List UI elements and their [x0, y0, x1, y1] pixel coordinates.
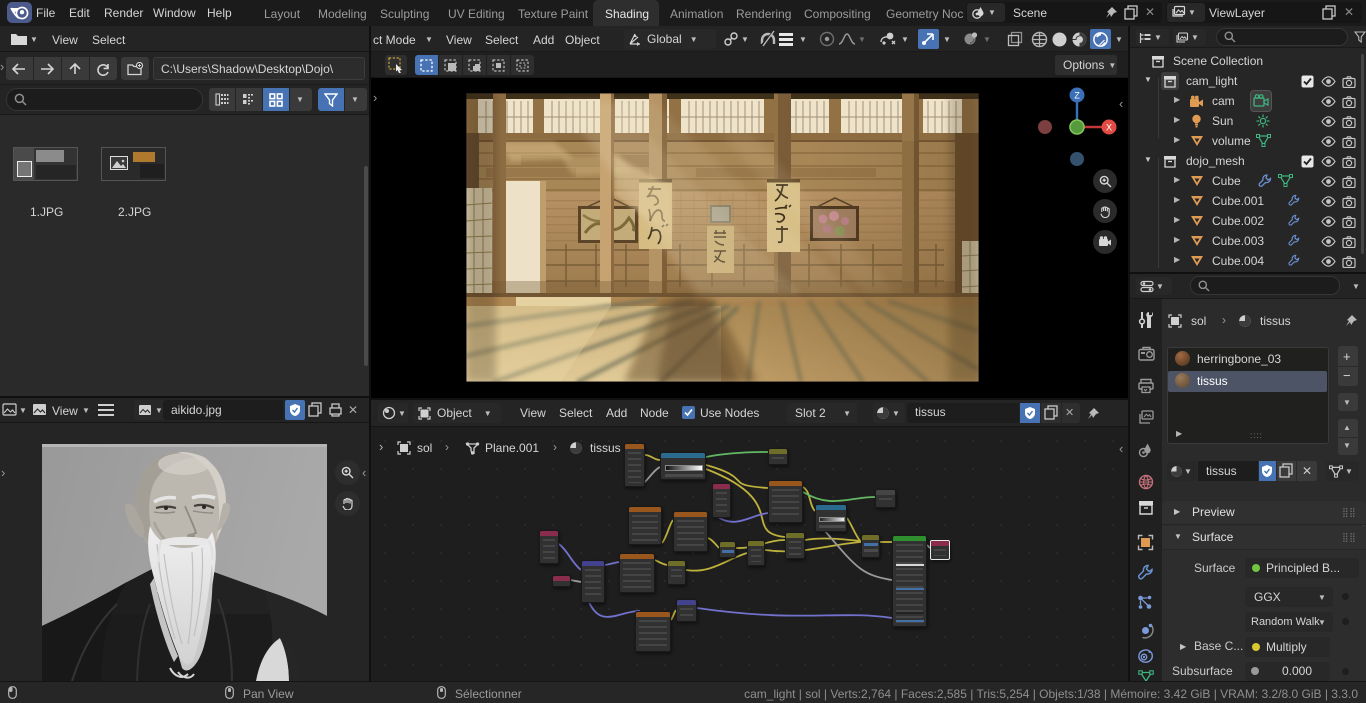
- svg-text:Z: Z: [1074, 91, 1080, 101]
- svg-text:X: X: [1106, 123, 1112, 133]
